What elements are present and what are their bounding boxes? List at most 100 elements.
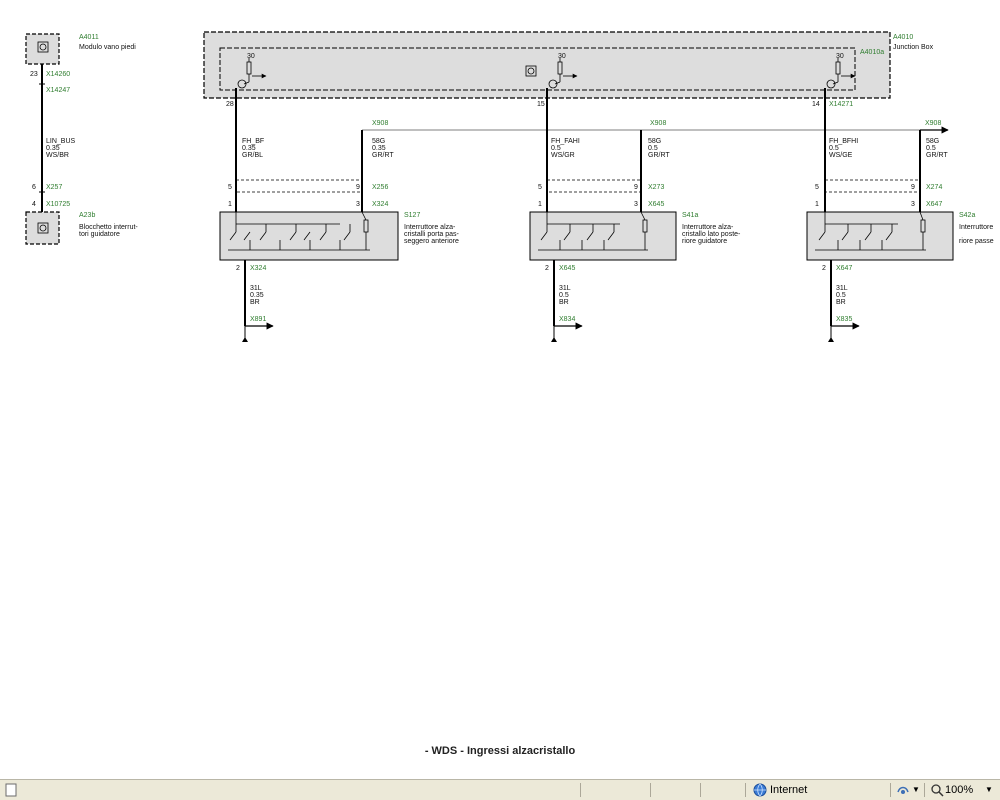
- chevron-down-icon[interactable]: ▼: [912, 783, 920, 797]
- pin-number: 1: [228, 201, 232, 208]
- circuit-group-s42a: FH_BFHI 0.5 WS/GE 58G 0.5 GR/RT 5 9 X274…: [806, 100, 994, 342]
- pin-number: 1: [538, 201, 542, 208]
- pin-number: 15: [537, 101, 545, 108]
- wire-name: 58G: [372, 138, 385, 145]
- wire-color: GR/BL: [242, 152, 263, 159]
- pin-number: 9: [634, 184, 638, 191]
- bus-label: X908: [650, 120, 666, 127]
- switch-name: Interruttore alza-: [682, 224, 734, 231]
- connector-label: X10725: [46, 201, 70, 208]
- connector-label: X273: [648, 184, 664, 191]
- junction-box: A4010 Junction Box A4010a 30 30 30 28 15…: [203, 31, 934, 108]
- wire-size: 0.35: [46, 145, 60, 152]
- wire-name: LIN_BUS: [46, 138, 76, 145]
- connector-box: [824, 179, 921, 193]
- connector-box: [235, 179, 363, 193]
- security-zone-label: Internet: [770, 784, 808, 796]
- wire-size: 0.5: [836, 292, 846, 299]
- pin-number: 2: [236, 265, 240, 272]
- switch-box-s42a[interactable]: [806, 211, 954, 261]
- wire-size: 0.5: [648, 145, 658, 152]
- ground-connector: X834: [559, 316, 575, 323]
- bus-label: X908: [372, 120, 388, 127]
- foot-module-ref: A4011: [79, 34, 99, 41]
- wire-name: FH_BFHI: [829, 138, 858, 145]
- switch-box-s41a[interactable]: [529, 211, 677, 261]
- wire-name: 58G: [648, 138, 661, 145]
- zoom-icon[interactable]: [930, 783, 944, 797]
- ground-connector: X835: [836, 316, 852, 323]
- pin-number: 28: [226, 101, 234, 108]
- wire-color: BR: [559, 299, 569, 306]
- wire-color: GR/RT: [926, 152, 948, 159]
- ground-connector: X891: [250, 316, 266, 323]
- connector-label: X645: [648, 201, 664, 208]
- page-icon: [5, 783, 17, 797]
- connector-label: X256: [372, 184, 388, 191]
- foot-module-box[interactable]: [25, 33, 60, 65]
- zoom-level[interactable]: 100%: [945, 783, 973, 797]
- pin-number: 2: [545, 265, 549, 272]
- pin-number: 9: [911, 184, 915, 191]
- switch-name: seggero anteriore: [404, 238, 459, 245]
- wire-size: 0.5: [551, 145, 561, 152]
- connector-label: X324: [372, 201, 388, 208]
- pin-number: 5: [815, 184, 819, 191]
- wire-size: 0.5: [559, 292, 569, 299]
- page-title: - WDS - Ingressi alzacristallo: [424, 745, 576, 757]
- wire-color: BR: [250, 299, 260, 306]
- wire-size: 0.35: [372, 145, 386, 152]
- pin-number: 14: [812, 101, 820, 108]
- junction-box-name: Junction Box: [893, 44, 934, 51]
- wire-name: FH_FAHI: [551, 138, 580, 145]
- wire-color: WS/GE: [829, 152, 853, 159]
- switch-name: riore guidatore: [682, 238, 727, 245]
- connector-label: X14247: [46, 87, 70, 94]
- globe-icon: [753, 783, 767, 797]
- switch-name: cristallo lato poste-: [682, 231, 741, 238]
- switch-ref: S42a: [959, 212, 975, 219]
- status-bar: Internet ▼ 100% ▼: [0, 779, 1000, 800]
- driver-switch-block-name: tori guidatore: [79, 231, 120, 238]
- bus-58g: X908 X908 X908: [362, 120, 949, 134]
- driver-switch-block-ref: A23b: [79, 212, 95, 219]
- chevron-down-icon[interactable]: ▼: [985, 783, 993, 797]
- connector-label: X647: [926, 201, 942, 208]
- connector-label: X14260: [46, 71, 70, 78]
- wire-size: 0.5: [829, 145, 839, 152]
- connector-box: [546, 179, 642, 193]
- connector-label: X645: [559, 265, 575, 272]
- foot-module-name: Modulo vano piedi: [79, 44, 136, 51]
- wire-color: WS/GR: [551, 152, 575, 159]
- terminal-label: 30: [247, 53, 255, 60]
- left-circuit: A4011 Modulo vano piedi 23 X14260 X14247…: [25, 33, 138, 245]
- pin-number: 3: [634, 201, 638, 208]
- connector-label: X14271: [829, 101, 853, 108]
- wire-name: 31L: [250, 285, 262, 292]
- pin-number: 23: [30, 71, 38, 78]
- circuit-group-s127: FH_BF 0.35 GR/BL 58G 0.35 GR/RT 5 9 X256…: [219, 100, 460, 342]
- wire-name: 31L: [836, 285, 848, 292]
- pin-number: 5: [228, 184, 232, 191]
- protected-mode-icon[interactable]: [896, 783, 910, 797]
- wire-name: FH_BF: [242, 138, 264, 145]
- switch-name: cristalli porta pas-: [404, 231, 460, 238]
- wiring-diagram: A4011 Modulo vano piedi 23 X14260 X14247…: [25, 31, 994, 342]
- terminal-label: 30: [836, 53, 844, 60]
- wire-color: BR: [836, 299, 846, 306]
- bus-label: X908: [925, 120, 941, 127]
- connector-label: X274: [926, 184, 942, 191]
- driver-switch-block-name: Blocchetto interrut-: [79, 224, 138, 231]
- wire-color: GR/RT: [648, 152, 670, 159]
- pin-number: 3: [911, 201, 915, 208]
- wire-color: GR/RT: [372, 152, 394, 159]
- wire-size: 0.35: [242, 145, 256, 152]
- driver-switch-block-box[interactable]: [25, 211, 60, 245]
- switch-ref: S127: [404, 212, 420, 219]
- circuit-group-s41a: FH_FAHI 0.5 WS/GR 58G 0.5 GR/RT 5 9 X273…: [529, 100, 741, 342]
- switch-name: riore passe: [959, 238, 994, 245]
- pin-number: 3: [356, 201, 360, 208]
- switch-name: Interruttore: [959, 224, 993, 231]
- pin-number: 1: [815, 201, 819, 208]
- pin-number: 6: [32, 184, 36, 191]
